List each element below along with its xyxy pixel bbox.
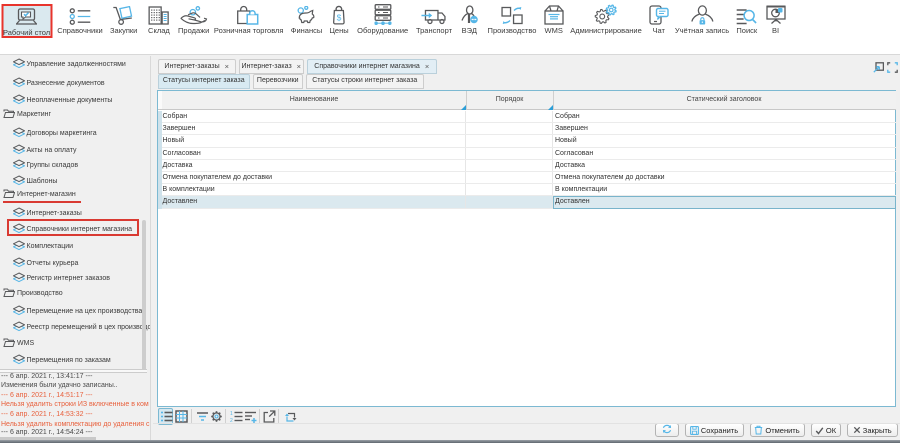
svg-text:1: 1 <box>230 411 233 417</box>
svg-text:$: $ <box>337 13 342 23</box>
